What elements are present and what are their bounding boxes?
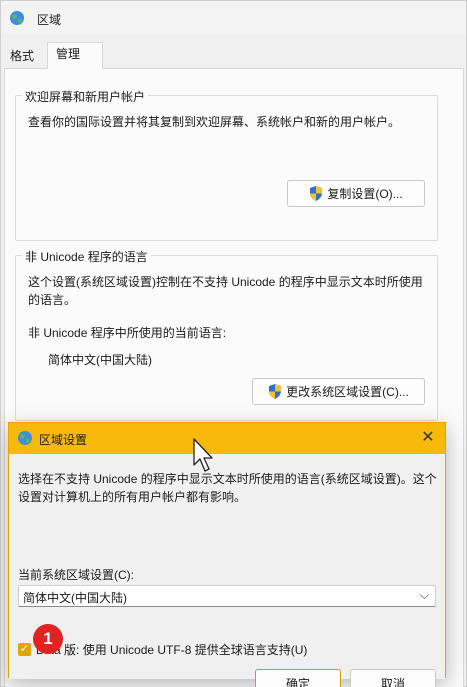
non-unicode-description: 这个设置(系统区域设置)控制在不支持 Unicode 的程序中显示文本时所使用的… (28, 275, 423, 307)
uac-shield-icon (269, 384, 282, 399)
globe-icon (18, 431, 32, 445)
non-unicode-group: 非 Unicode 程序的语言 这个设置(系统区域设置)控制在不支持 Unico… (15, 248, 438, 421)
dialog-titlebar: 区域设置 ✕ (9, 423, 445, 454)
cancel-button[interactable]: 取消 (350, 669, 436, 687)
welcome-screen-group: 欢迎屏幕和新用户帐户 查看你的国际设置并将其复制到欢迎屏幕、系统帐户和新的用户帐… (15, 88, 438, 241)
close-icon[interactable]: ✕ (419, 429, 437, 447)
welcome-description: 查看你的国际设置并将其复制到欢迎屏幕、系统帐户和新的用户帐户。 (28, 115, 401, 129)
group-legend: 欢迎屏幕和新用户帐户 (22, 88, 149, 105)
window-titlebar: 区域 (1, 1, 466, 35)
change-locale-label: 更改系统区域设置(C)... (286, 385, 409, 399)
ok-button[interactable]: 确定 (255, 669, 341, 687)
system-locale-select[interactable]: 简体中文(中国大陆) ⌵ (18, 585, 436, 607)
current-language-value: 简体中文(中国大陆) (48, 353, 152, 367)
tab-administrative[interactable]: 管理 (47, 42, 103, 69)
change-system-locale-button[interactable]: 更改系统区域设置(C)... (252, 378, 425, 405)
dialog-title: 区域设置 (39, 433, 88, 447)
dialog-description: 选择在不支持 Unicode 的程序中显示文本时所使用的语言(系统区域设置)。这… (18, 472, 437, 504)
globe-icon (10, 11, 24, 25)
tab-strip: 格式 管理 (1, 42, 466, 69)
window-title: 区域 (37, 13, 62, 27)
current-language-label: 非 Unicode 程序中所使用的当前语言: (28, 326, 227, 340)
beta-utf8-checkbox[interactable]: ✓ (18, 642, 31, 656)
uac-shield-icon (310, 186, 323, 201)
copy-settings-label: 复制设置(O)... (327, 187, 403, 201)
mouse-cursor-icon (193, 438, 213, 472)
region-settings-dialog: 区域设置 ✕ 选择在不支持 Unicode 的程序中显示文本时所使用的语言(系统… (8, 422, 446, 687)
beta-utf8-label: Beta 版: 使用 Unicode UTF-8 提供全球语言支持(U) (36, 642, 308, 657)
dialog-body: 选择在不支持 Unicode 的程序中显示文本时所使用的语言(系统区域设置)。这… (9, 454, 445, 687)
group-legend: 非 Unicode 程序的语言 (22, 248, 151, 265)
step-badge: 1 (33, 624, 63, 654)
select-value: 简体中文(中国大陆) (23, 591, 127, 605)
copy-settings-button[interactable]: 复制设置(O)... (287, 180, 425, 207)
current-locale-label: 当前系统区域设置(C): (18, 568, 134, 582)
tab-formats[interactable]: 格式 (1, 44, 43, 68)
chevron-down-icon: ⌵ (419, 588, 429, 602)
